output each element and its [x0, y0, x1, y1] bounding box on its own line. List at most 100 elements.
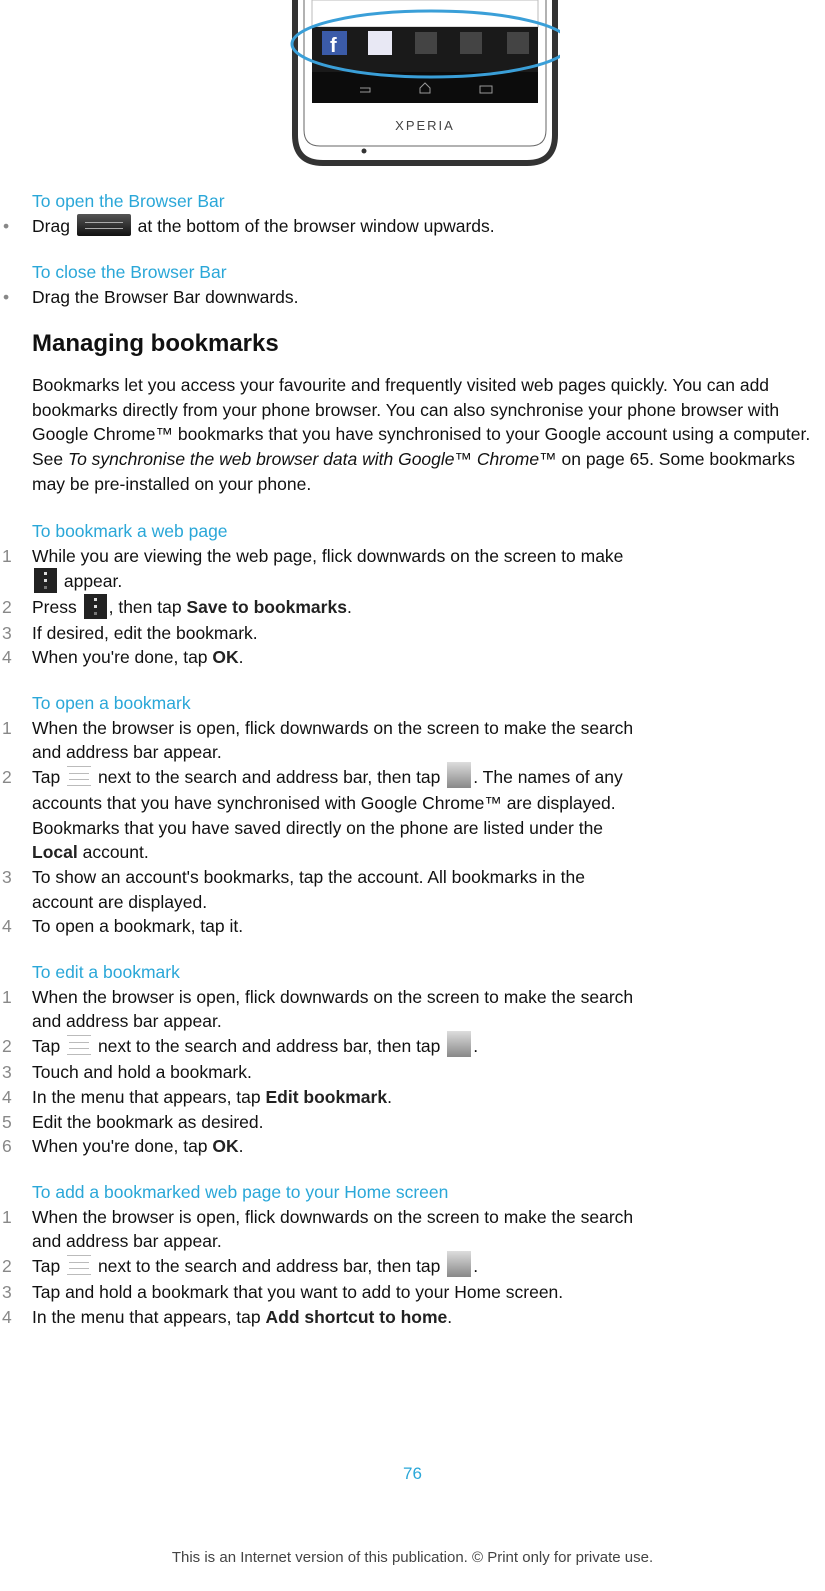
text-run: appear.	[59, 570, 123, 591]
text-run: Touch and hold a bookmark.	[32, 1062, 252, 1083]
photo-icon	[460, 32, 482, 54]
step-item: 1 When the browser is open, flick downwar…	[0, 1205, 825, 1254]
task-section: To close the Browser Bar • Drag the Browse…	[0, 259, 825, 310]
step-item: • Drag at the bottom of the browser windo…	[0, 214, 825, 239]
handle-icon	[76, 214, 131, 237]
text-run: Press	[32, 596, 82, 617]
text-run: next to the search and address bar, then…	[93, 766, 446, 787]
step-item: 3 If desired, edit the bookmark.	[0, 621, 825, 646]
task-heading: To bookmark a web page	[32, 521, 228, 542]
text-run: When the browser is open, flick downward…	[32, 1206, 634, 1227]
brand-text: XPERIA	[395, 118, 455, 133]
step-item: 1 When the browser is open, flick downwar…	[0, 985, 825, 1034]
step-item: 4 In the menu that appears, tap Edit book…	[0, 1085, 825, 1110]
step-item: 1 While you are viewing the web page, fli…	[0, 544, 825, 594]
step-number: 3	[2, 1282, 12, 1303]
bold-term: OK	[212, 647, 239, 668]
step-item: 4 When you're done, tap OK.	[0, 645, 825, 670]
task-section: To edit a bookmark 1 When the browser is o…	[0, 959, 825, 1159]
step-item: 5 Edit the bookmark as desired.	[0, 1110, 825, 1135]
menu-icon	[83, 593, 107, 619]
step-number: 1	[2, 986, 12, 1007]
text-run: Bookmarks that you have saved directly o…	[32, 817, 604, 838]
text-run: When the browser is open, flick downward…	[32, 986, 634, 1007]
text-run: .	[473, 1255, 479, 1276]
step-item: 3 Tap and hold a bookmark that you want t…	[0, 1280, 825, 1305]
text-run: To show an account's bookmarks, tap the …	[32, 867, 585, 888]
text-run: In the menu that appears, tap	[32, 1306, 266, 1327]
step-number: 2	[2, 1036, 12, 1056]
text-run: account are displayed.	[32, 891, 208, 912]
bold-term: Save to bookmarks	[186, 596, 347, 617]
footer-notice: This is an Internet version of this publ…	[171, 1549, 654, 1566]
section-title: Managing bookmarks	[32, 330, 279, 358]
step-item: 3 Touch and hold a bookmark.	[0, 1060, 825, 1085]
task-heading: To add a bookmarked web page to your Hom…	[32, 1181, 449, 1202]
phone-illustration: f XPERIA	[290, 0, 572, 168]
task-section: To bookmark a web page 1 While you are vie…	[0, 518, 825, 670]
text-run: . The names of any	[473, 766, 623, 787]
album-icon	[507, 32, 529, 54]
star-icon	[447, 1251, 472, 1278]
text-run: .	[238, 1136, 244, 1157]
text-run: and address bar appear.	[32, 742, 222, 763]
text-run: Tap	[32, 1036, 66, 1056]
step-item: 6 When you're done, tap OK.	[0, 1134, 825, 1159]
task-section: To add a bookmarked web page to your Hom…	[0, 1179, 825, 1330]
step-number: 4	[2, 1306, 12, 1327]
text-run: .	[473, 1036, 479, 1056]
step-number: 4	[2, 916, 12, 937]
step-item: 2 Press , then tap Save to bookmarks.	[0, 593, 825, 621]
text-run: , then tap	[108, 596, 187, 617]
tabs-icon	[67, 1035, 92, 1056]
step-item: 2 Tap next to the search and address bar,…	[0, 1251, 825, 1280]
text-run: When you're done, tap	[32, 1136, 213, 1157]
step-number: 4	[2, 1086, 12, 1107]
task-heading: To edit a bookmark	[32, 961, 180, 982]
step-number: 2	[2, 766, 12, 787]
text-run: and address bar appear.	[32, 1231, 222, 1252]
text-run: at the bottom of the browser window upwa…	[132, 216, 495, 236]
task-section: To open the Browser Bar • Drag at the bott…	[0, 188, 825, 239]
task-heading: To close the Browser Bar	[32, 261, 227, 282]
text-run: .	[387, 1086, 392, 1107]
text-run: account.	[77, 842, 149, 863]
text-run: next to the search and address bar, then…	[93, 1036, 446, 1056]
step-item: 3 To show an account's bookmarks, tap the…	[0, 865, 825, 914]
star-icon	[447, 762, 472, 789]
text-run: Drag	[32, 216, 75, 236]
step-item: 2 Tap next to the search and address bar,…	[0, 1031, 825, 1060]
text-run: and address bar appear.	[32, 1011, 222, 1032]
bullet-marker: •	[3, 286, 10, 307]
text-run: accounts that you have synchronised with…	[32, 793, 616, 814]
text-run: .	[447, 1306, 453, 1327]
text-run: If desired, edit the bookmark.	[32, 622, 258, 643]
svg-text:f: f	[330, 35, 337, 57]
bold-term: Add shortcut to home	[265, 1306, 448, 1327]
cross-reference: To synchronise the web browser data with…	[68, 448, 557, 469]
text-run: When you're done, tap	[32, 647, 213, 668]
text-run: To open a bookmark, tap it.	[32, 916, 244, 937]
step-number: 6	[2, 1136, 12, 1157]
bold-term: Local	[32, 842, 78, 863]
tabs-icon	[67, 1255, 92, 1276]
text-run: Drag the Browser Bar downwards.	[32, 286, 299, 307]
text-run: .	[346, 596, 352, 617]
step-item: 1 When the browser is open, flick downwar…	[0, 716, 825, 765]
step-number: 1	[2, 717, 12, 738]
bold-term: OK	[212, 1136, 239, 1157]
step-number: 2	[2, 1255, 12, 1276]
text-run: While you are viewing the web page, flic…	[32, 546, 624, 567]
bullet-marker: •	[3, 216, 10, 236]
step-number: 2	[2, 596, 12, 617]
star-icon	[447, 1031, 472, 1058]
bold-term: Edit bookmark	[265, 1086, 388, 1107]
step-item: 4 To open a bookmark, tap it.	[0, 914, 825, 939]
share-icon	[415, 32, 437, 54]
step-number: 4	[2, 647, 12, 668]
step-number: 1	[2, 546, 12, 567]
tabs-icon	[67, 766, 92, 787]
task-heading: To open a bookmark	[32, 692, 191, 713]
text-run: Edit the bookmark as desired.	[32, 1111, 264, 1132]
step-number: 3	[2, 622, 12, 643]
